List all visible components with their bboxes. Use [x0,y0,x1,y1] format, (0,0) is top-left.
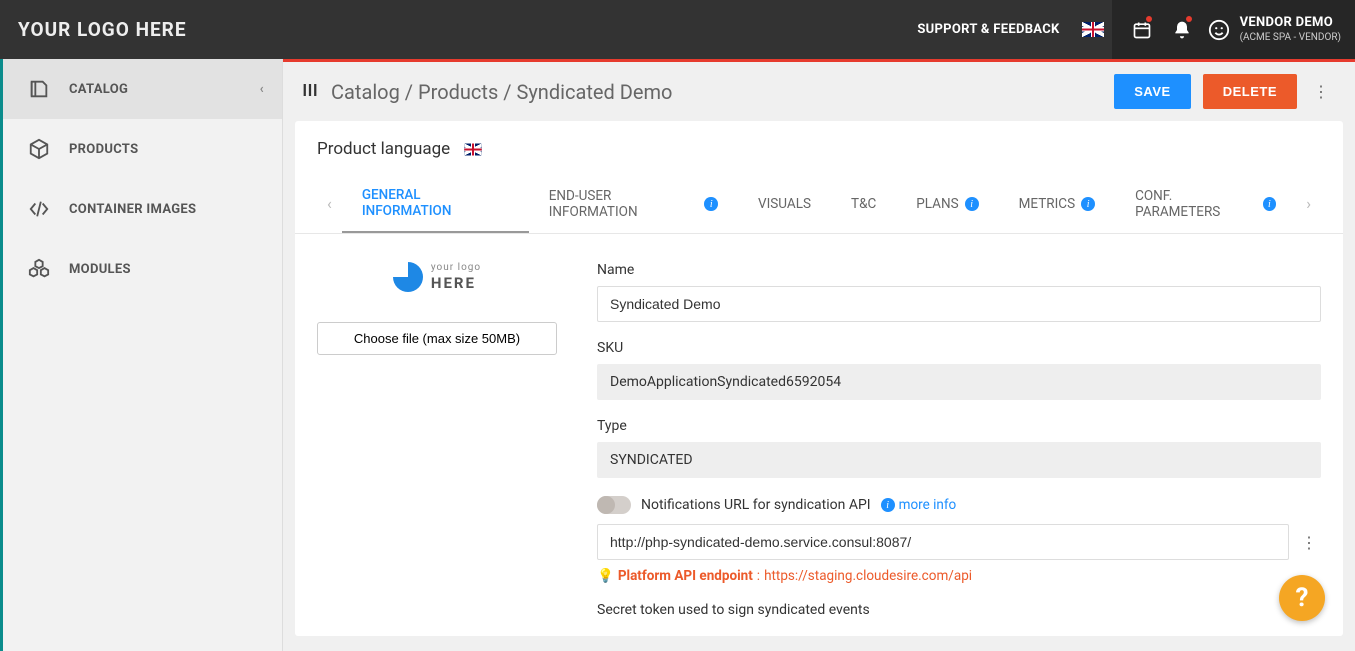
bell-icon[interactable] [1162,0,1202,59]
tab-plans[interactable]: PLANSi [896,182,998,224]
fields-column: Name SKU DemoApplicationSyndicated659205… [597,262,1321,626]
field-type: Type SYNDICATED [597,418,1321,478]
tab-scroll-left-icon[interactable]: ‹ [317,184,342,223]
more-actions-icon[interactable]: ⋮ [1309,76,1333,107]
card: Product language ‹ GENERAL INFORMATION E… [295,121,1343,636]
sku-value: DemoApplicationSyndicated6592054 [597,364,1321,400]
sidebar-item-label: CONTAINER IMAGES [69,202,264,217]
bars-icon[interactable] [301,80,319,104]
user-name: VENDOR DEMO [1240,16,1341,30]
help-fab[interactable]: ? [1279,575,1325,621]
support-feedback-link[interactable]: SUPPORT & FEEDBACK [917,22,1059,37]
product-language-row: Product language [295,139,1343,173]
secret-token-label: Secret token used to sign syndicated eve… [597,602,1321,618]
sidebar: CATALOG ‹ PRODUCTS CONTAINER IMAGES MODU… [0,59,283,651]
products-icon [23,138,55,160]
info-icon: i [1263,197,1277,211]
info-icon: i [1081,197,1095,211]
endpoint-url[interactable]: https://staging.cloudesire.com/api [764,568,972,584]
lightbulb-icon: 💡 [597,568,614,584]
notifications-label: Notifications URL for syndication API [641,497,871,513]
sidebar-item-label: MODULES [69,262,264,277]
flag-uk-icon[interactable] [464,143,482,155]
topbar-right: SUPPORT & FEEDBACK VENDOR DEMO (ACME SPA… [917,0,1355,59]
endpoint-hint: 💡 Platform API endpoint: https://staging… [597,568,1321,584]
user-menu[interactable]: VENDOR DEMO (ACME SPA - VENDOR) [1202,0,1355,59]
flag-uk-icon[interactable] [1082,22,1104,37]
placeholder-logo: your logo HERE [393,262,481,292]
header-actions: SAVE DELETE ⋮ [1114,74,1333,109]
swirl-icon [393,262,423,292]
field-name: Name [597,262,1321,322]
code-icon [23,198,55,220]
sidebar-item-products[interactable]: PRODUCTS [3,119,282,179]
breadcrumb: Catalog / Products / Syndicated Demo [301,80,672,104]
modules-icon [23,258,55,280]
save-button[interactable]: SAVE [1114,74,1190,109]
calendar-icon[interactable] [1122,0,1162,59]
sidebar-item-label: CATALOG [69,82,260,97]
logo: YOUR LOGO HERE [18,18,187,41]
chevron-left-icon: ‹ [260,82,264,97]
tab-metrics[interactable]: METRICSi [999,182,1115,224]
sidebar-item-label: PRODUCTS [69,142,264,157]
field-sku: SKU DemoApplicationSyndicated6592054 [597,340,1321,400]
choose-file-button[interactable]: Choose file (max size 50MB) [317,322,557,355]
form: your logo HERE Choose file (max size 50M… [295,234,1343,636]
field-notifications-url: Notifications URL for syndication API i … [597,496,1321,584]
type-value: SYNDICATED [597,442,1321,478]
catalog-icon [23,78,55,100]
sidebar-item-modules[interactable]: MODULES [3,239,282,299]
tabs: ‹ GENERAL INFORMATION END-USER INFORMATI… [295,173,1343,234]
tab-scroll-right-icon[interactable]: › [1296,184,1321,223]
url-more-icon[interactable]: ⋮ [1297,527,1321,558]
page-header: Catalog / Products / Syndicated Demo SAV… [283,62,1355,121]
field-secret-token: Secret token used to sign syndicated eve… [597,602,1321,626]
info-icon: i [881,498,895,512]
logo-column: your logo HERE Choose file (max size 50M… [317,262,557,626]
topbar-icon-block: VENDOR DEMO (ACME SPA - VENDOR) [1112,0,1355,59]
topbar: YOUR LOGO HERE SUPPORT & FEEDBACK VENDOR… [0,0,1355,59]
tab-general-information[interactable]: GENERAL INFORMATION [342,173,529,233]
tab-visuals[interactable]: VISUALS [738,182,831,224]
tab-end-user-information[interactable]: END-USER INFORMATIONi [529,174,738,232]
more-info-link[interactable]: i more info [881,497,957,513]
sku-label: SKU [597,340,1321,356]
delete-button[interactable]: DELETE [1203,74,1297,109]
breadcrumb-catalog[interactable]: Catalog [331,80,400,104]
tab-conf-parameters[interactable]: CONF. PARAMETERSi [1115,174,1296,232]
name-input[interactable] [597,286,1321,322]
tab-tc[interactable]: T&C [831,182,896,224]
notifications-toggle[interactable] [597,496,631,514]
product-language-label: Product language [317,139,450,159]
sidebar-item-container-images[interactable]: CONTAINER IMAGES [3,179,282,239]
main: Catalog / Products / Syndicated Demo SAV… [283,59,1355,651]
info-icon: i [704,197,718,211]
sidebar-item-catalog[interactable]: CATALOG ‹ [3,59,282,119]
info-icon: i [965,197,979,211]
avatar-icon [1208,19,1230,41]
user-text: VENDOR DEMO (ACME SPA - VENDOR) [1240,16,1341,43]
notifications-url-input[interactable] [597,524,1289,560]
user-sub: (ACME SPA - VENDOR) [1240,32,1341,43]
breadcrumb-current: Syndicated Demo [516,80,672,104]
type-label: Type [597,418,1321,434]
name-label: Name [597,262,1321,278]
breadcrumb-products[interactable]: Products [418,80,498,104]
